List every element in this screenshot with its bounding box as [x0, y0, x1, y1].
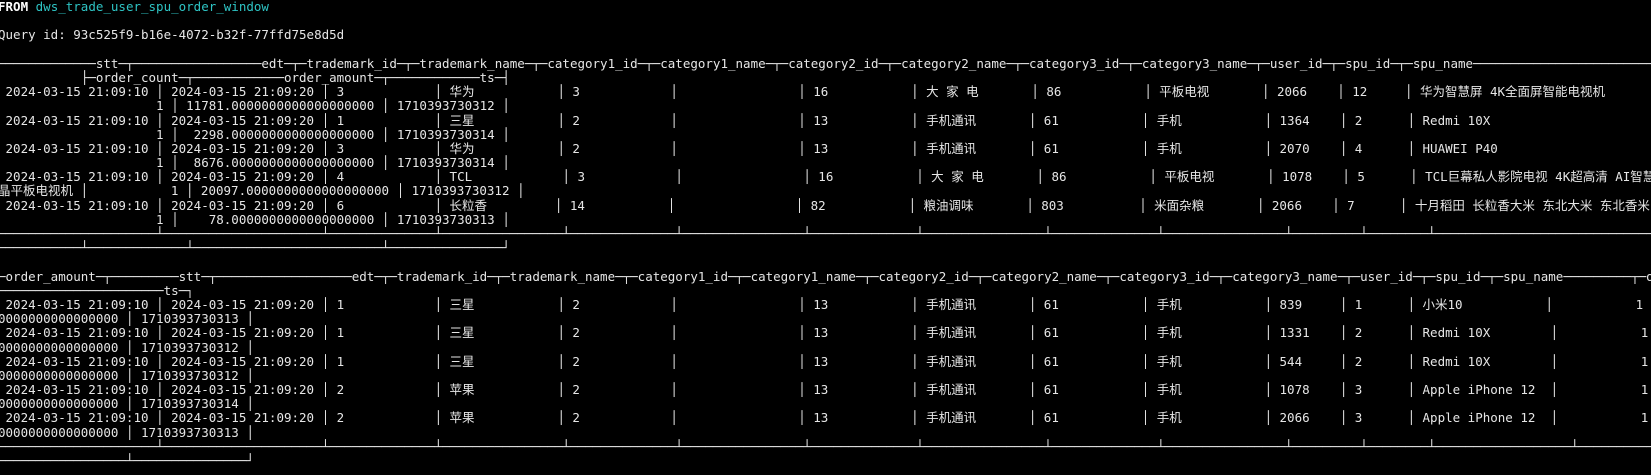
- terminal-line: 0000000000000000 │ 1710393730313 │: [0, 311, 254, 327]
- terminal-line: 2024-03-15 21:09:10 │ 2024-03-15 21:09:2…: [0, 382, 1651, 398]
- terminal-line: 0000000000000000 │ 1710393730312 │: [0, 339, 254, 355]
- terminal-line: 0000000000000000 │ 1710393730314 │: [0, 396, 254, 412]
- terminal-line: ─order_amount─┬─────────stt─┬───────────…: [0, 268, 1651, 284]
- query-from-line: FROM dws_trade_user_spu_order_window: [0, 0, 1651, 14]
- terminal-line: ─────────────stt─┬─────────────────edt─┬…: [0, 55, 1651, 71]
- terminal-line: ──────────────────────ts─┐: [0, 282, 194, 298]
- terminal-line: ─────────────────────┴──────────────────…: [0, 438, 1651, 454]
- terminal-line: 1 │ 11781.0000000000000000000 │ 17103937…: [0, 98, 510, 114]
- terminal-line: 晶平板电视机 │ 1 │ 20097.0000000000000000000 │…: [0, 183, 525, 199]
- terminal-window[interactable]: FROM dws_trade_user_spu_order_window Que…: [0, 0, 1651, 475]
- terminal-line: 2024-03-15 21:09:10 │ 2024-03-15 21:09:2…: [0, 296, 1651, 312]
- terminal-line: 2024-03-15 21:09:10 │ 2024-03-15 21:09:2…: [0, 353, 1651, 369]
- terminal-line: ├─order_count─┬────────────order_amount─…: [0, 69, 510, 85]
- query-id-line: Query id: 93c525f9-b16e-4072-b32f-77ffd7…: [0, 27, 345, 43]
- terminal-line: 1 │ 8676.0000000000000000000 │ 171039373…: [0, 155, 510, 171]
- result-tables: ─────────────stt─┬─────────────────edt─┬…: [0, 55, 1651, 468]
- terminal-line: 2024-03-15 21:09:10 │ 2024-03-15 21:09:2…: [0, 325, 1651, 341]
- sql-from-keyword: FROM: [0, 0, 29, 14]
- terminal-line: 1 │ 2298.0000000000000000000 │ 171039373…: [0, 126, 510, 142]
- terminal-line: 2024-03-15 21:09:10 │ 2024-03-15 21:09:2…: [0, 140, 1498, 156]
- terminal-line: 2024-03-15 21:09:10 │ 2024-03-15 21:09:2…: [0, 112, 1491, 128]
- terminal-line: 1 │ 78.0000000000000000000 │ 17103937303…: [0, 211, 510, 227]
- terminal-line: 2024-03-15 21:09:10 │ 2024-03-15 21:09:2…: [0, 410, 1651, 426]
- terminal-line: 2024-03-15 21:09:10 │ 2024-03-15 21:09:2…: [0, 197, 1651, 213]
- terminal-line: 0000000000000000 │ 1710393730313 │: [0, 424, 254, 440]
- terminal-line: ─────────────────┴───────────────┘: [0, 453, 254, 468]
- terminal-line: ───────────┴─────────────┴──────────────…: [0, 240, 510, 256]
- terminal-output: FROM dws_trade_user_spu_order_window Que…: [0, 0, 1651, 468]
- terminal-line: 0000000000000000 │ 1710393730312 │: [0, 367, 254, 383]
- sql-table-name: dws_trade_user_spu_order_window: [35, 0, 269, 14]
- terminal-line: 2024-03-15 21:09:10 │ 2024-03-15 21:09:2…: [0, 84, 1606, 100]
- terminal-line: 2024-03-15 21:09:10 │ 2024-03-15 21:09:2…: [0, 169, 1651, 185]
- terminal-line: ─────────────────────┴──────────────────…: [0, 226, 1651, 241]
